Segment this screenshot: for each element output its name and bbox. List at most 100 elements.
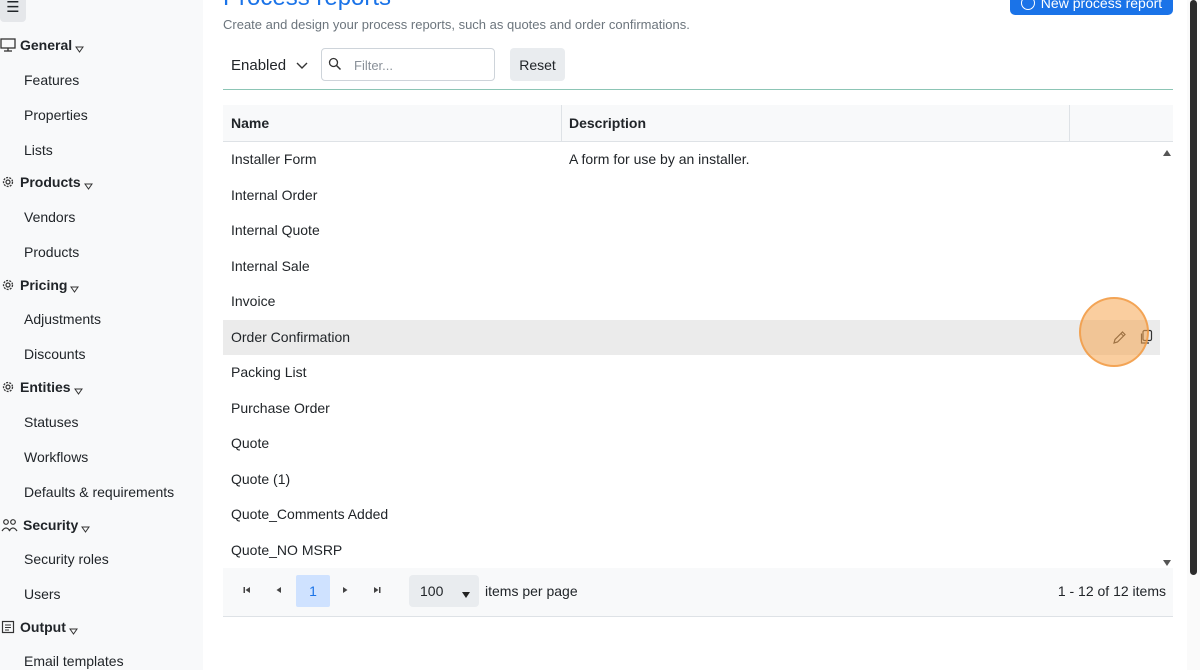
- cell-description: A form for use by an installer.: [569, 151, 750, 167]
- caret-down-icon: [81, 521, 91, 533]
- nav-group-output[interactable]: Output: [0, 616, 78, 638]
- table-row[interactable]: Installer Form A form for use by an inst…: [223, 142, 1160, 177]
- cell-name: Internal Sale: [231, 257, 310, 274]
- cell-name: Invoice: [231, 293, 276, 309]
- sidebar-item-discounts[interactable]: Discounts: [24, 344, 85, 364]
- column-header-description[interactable]: Description: [561, 105, 1069, 142]
- table-row[interactable]: Quote: [223, 426, 1160, 461]
- caret-down-icon: [83, 178, 93, 190]
- sidebar-item-products[interactable]: Products: [24, 242, 79, 262]
- table-row[interactable]: Internal Order: [223, 178, 1160, 213]
- nav-group-pricing[interactable]: Pricing: [0, 274, 80, 296]
- table-row[interactable]: Packing List: [223, 355, 1160, 390]
- page-size-select[interactable]: 100: [409, 575, 479, 607]
- sidebar-item-properties[interactable]: Properties: [24, 105, 88, 125]
- sidebar-item-features[interactable]: Features: [24, 70, 79, 90]
- hamburger-menu-button[interactable]: ☰: [0, 0, 26, 22]
- caret-down-icon: [75, 41, 85, 53]
- page-subtitle: Create and design your process reports, …: [223, 17, 690, 32]
- page-title: Process reports: [223, 0, 391, 12]
- document-icon: [0, 619, 16, 635]
- monitor-icon: [0, 37, 16, 53]
- nav-group-general[interactable]: General: [0, 34, 85, 56]
- cell-name: Internal Quote: [231, 222, 320, 238]
- sidebar-item-adjustments[interactable]: Adjustments: [24, 309, 101, 329]
- sidebar-item-users[interactable]: Users: [24, 584, 61, 604]
- dropdown-arrow-icon: [462, 586, 470, 598]
- cell-name: Packing List: [231, 364, 307, 380]
- sidebar-item-lists[interactable]: Lists: [24, 140, 53, 160]
- table-row[interactable]: Order Confirmation: [223, 319, 1160, 355]
- chevron-down-icon: [296, 57, 308, 74]
- sidebar-item-security-roles[interactable]: Security roles: [24, 549, 109, 569]
- table-row[interactable]: Quote_NO MSRP: [223, 533, 1160, 568]
- nav-group-products[interactable]: Products: [0, 171, 93, 193]
- row-actions: [1108, 328, 1158, 348]
- status-dropdown[interactable]: Enabled: [231, 54, 308, 76]
- first-page-icon: [242, 582, 252, 600]
- next-page-button[interactable]: [330, 575, 360, 607]
- scroll-down-arrow-icon[interactable]: [1162, 555, 1172, 566]
- items-count-label: 1 - 12 of 12 items: [1057, 583, 1166, 599]
- users-icon: [0, 517, 19, 533]
- cell-name: Quote (1): [231, 470, 291, 487]
- table-row[interactable]: Invoice: [223, 284, 1160, 319]
- cell-name: Purchase Order: [231, 399, 330, 416]
- nav-group-security[interactable]: Security: [0, 514, 91, 536]
- items-per-page-label: items per page: [485, 583, 578, 599]
- page-scrollbar[interactable]: [1187, 0, 1200, 670]
- new-process-report-button[interactable]: New process report: [1010, 0, 1173, 15]
- search-icon: [328, 57, 342, 71]
- menu-icon: ☰: [6, 0, 20, 16]
- page-1-button[interactable]: 1: [296, 575, 330, 607]
- reset-button[interactable]: Reset: [510, 48, 565, 81]
- scroll-up-arrow-icon[interactable]: [1162, 145, 1172, 156]
- table-row[interactable]: Internal Quote: [223, 213, 1160, 248]
- gear-icon: [0, 379, 16, 395]
- toolbar: Enabled Reset: [223, 48, 1173, 90]
- previous-page-button[interactable]: [264, 575, 294, 607]
- page-size-value: 100: [420, 583, 444, 599]
- nav-group-label: Products: [20, 174, 81, 190]
- pencil-icon[interactable]: [1112, 330, 1127, 350]
- cell-name: Installer Form: [231, 151, 317, 167]
- sidebar-item-email-templates[interactable]: Email templates: [24, 651, 124, 671]
- nav-group-label: Pricing: [20, 277, 68, 293]
- filter-input[interactable]: [354, 55, 484, 75]
- cell-name: Quote_Comments Added: [231, 506, 389, 522]
- column-divider: [1069, 105, 1070, 142]
- previous-page-icon: [274, 582, 284, 600]
- sidebar-item-defaults-requirements[interactable]: Defaults & requirements: [24, 482, 174, 502]
- cell-name: Quote_NO MSRP: [231, 541, 343, 558]
- table-row[interactable]: Purchase Order: [223, 391, 1160, 426]
- caret-down-icon: [68, 623, 78, 635]
- table-row[interactable]: Internal Sale: [223, 249, 1160, 284]
- nav-group-entities[interactable]: Entities: [0, 376, 83, 398]
- gear-icon: [0, 174, 16, 190]
- sidebar-item-statuses[interactable]: Statuses: [24, 412, 78, 432]
- column-header-name[interactable]: Name: [223, 105, 561, 142]
- nav-group-label: Output: [20, 619, 66, 635]
- grid-body: Installer Form A form for use by an inst…: [223, 142, 1160, 568]
- copy-icon[interactable]: [1139, 329, 1154, 350]
- table-row[interactable]: Quote_Comments Added: [223, 497, 1160, 532]
- new-process-report-label: New process report: [1040, 0, 1163, 11]
- cell-name: Internal Order: [231, 186, 318, 203]
- plus-circle-icon: [1020, 0, 1035, 10]
- gear-icon: [0, 277, 16, 293]
- caret-down-icon: [70, 281, 80, 293]
- nav-group-label: Security: [23, 517, 79, 533]
- table-row[interactable]: Quote (1): [223, 462, 1160, 497]
- cell-name: Quote: [231, 435, 270, 451]
- pager: 1 100 items per page 1 - 12 of 12 items: [223, 568, 1173, 616]
- grid-header: Name Description: [223, 105, 1173, 142]
- filter-field[interactable]: [321, 48, 495, 81]
- sidebar-item-workflows[interactable]: Workflows: [24, 447, 88, 467]
- sidebar-item-vendors[interactable]: Vendors: [24, 207, 75, 227]
- scrollbar-thumb[interactable]: [1190, 0, 1197, 575]
- caret-down-icon: [73, 383, 83, 395]
- first-page-button[interactable]: [232, 575, 262, 607]
- process-reports-grid: Name Description Installer Form A form f…: [223, 105, 1173, 617]
- nav-group-label: Entities: [20, 379, 71, 395]
- last-page-button[interactable]: [362, 575, 392, 607]
